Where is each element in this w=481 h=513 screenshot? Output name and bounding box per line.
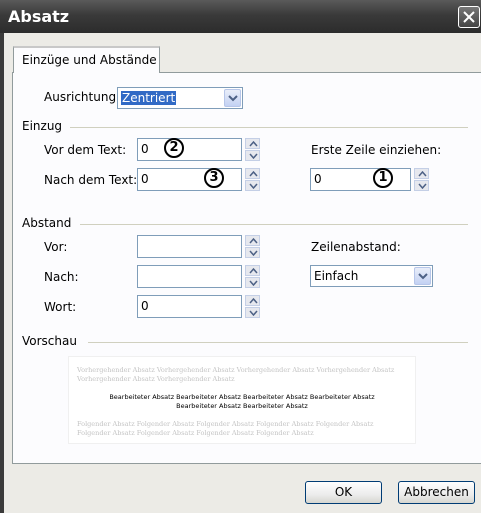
zeilenabstand-value: Einfach: [314, 269, 359, 283]
arrow-down-icon: [249, 183, 258, 189]
tab-einzuege-und-abstaende[interactable]: Einzüge und Abstände: [13, 46, 160, 73]
nach-input[interactable]: [137, 265, 242, 288]
vor-dem-text-spinner[interactable]: [245, 138, 260, 161]
erste-zeile-value: 0: [314, 172, 322, 186]
wort-label: Wort:: [44, 300, 77, 314]
chevron-down-icon: [228, 95, 238, 102]
wort-input[interactable]: 0: [137, 295, 242, 318]
preview-box: Vorhergehender Absatz Vorhergehender Abs…: [68, 356, 416, 444]
arrow-up-icon: [249, 238, 258, 244]
tab-label: Einzüge und Abstände: [22, 53, 157, 67]
close-button[interactable]: [458, 6, 480, 28]
arrow-up-icon: [249, 171, 258, 177]
alignment-value: Zentriert: [121, 91, 177, 105]
preview-preceding-line-2: Vorhergehender Absatz Vorhergehender Abs…: [77, 375, 235, 383]
erste-zeile-input[interactable]: 0: [310, 168, 411, 191]
wort-value: 0: [141, 299, 149, 313]
vorschau-group-label: Vorschau: [22, 334, 77, 348]
arrow-up-icon: [249, 268, 258, 274]
spin-up-button[interactable]: [245, 235, 260, 246]
title-bar[interactable]: Absatz: [0, 0, 481, 33]
close-icon: [463, 11, 475, 23]
arrow-up-icon: [249, 141, 258, 147]
spin-down-button[interactable]: [245, 307, 260, 318]
zeilenabstand-select[interactable]: Einfach: [310, 265, 433, 287]
spin-down-button[interactable]: [245, 150, 260, 161]
preview-main-line-1: Bearbeiteter Absatz Bearbeiteter Absatz …: [109, 393, 375, 401]
arrow-down-icon: [249, 280, 258, 286]
spin-down-button[interactable]: [245, 180, 260, 191]
nach-dem-text-value: 0: [141, 172, 149, 186]
arrow-down-icon: [418, 183, 427, 189]
callout-3: 3: [204, 168, 224, 188]
vor-input[interactable]: [137, 235, 242, 258]
spin-up-button[interactable]: [245, 138, 260, 149]
preview-following-line-1: Folgender Absatz Folgender Absatz Folgen…: [77, 420, 374, 428]
einzug-divider: [70, 127, 468, 128]
zeilenabstand-label: Zeilenabstand:: [311, 240, 401, 254]
chevron-down-icon: [418, 273, 428, 280]
nach-dem-text-spinner[interactable]: [245, 168, 260, 191]
vor-spinner[interactable]: [245, 235, 260, 258]
arrow-down-icon: [249, 153, 258, 159]
alignment-select[interactable]: Zentriert: [117, 87, 243, 109]
nach-label: Nach:: [44, 270, 79, 284]
preview-preceding-line-1: Vorhergehender Absatz Vorhergehender Abs…: [77, 366, 395, 374]
vor-dem-text-input[interactable]: 0: [137, 138, 242, 161]
spin-up-button[interactable]: [245, 295, 260, 306]
spin-up-button[interactable]: [245, 265, 260, 276]
vorschau-divider: [88, 342, 468, 343]
arrow-down-icon: [249, 250, 258, 256]
paragraph-dialog: Absatz Einzüge und Abstände Ausrichtung:…: [0, 0, 481, 513]
callout-2: 2: [164, 138, 184, 158]
zeilenabstand-dropdown-button[interactable]: [414, 267, 431, 285]
nach-dem-text-input[interactable]: 0: [137, 168, 242, 191]
spin-up-button[interactable]: [245, 168, 260, 179]
abstand-divider: [80, 224, 468, 225]
alignment-label: Ausrichtung:: [44, 90, 121, 104]
erste-zeile-label: Erste Zeile einziehen:: [311, 143, 442, 157]
ok-button[interactable]: OK: [305, 481, 382, 504]
preview-following-line-2: Folgender Absatz Folgender Absatz Folgen…: [77, 429, 314, 437]
window-left-border: [0, 33, 4, 513]
dialog-title: Absatz: [8, 7, 70, 26]
vor-dem-text-label: Vor dem Text:: [44, 143, 127, 157]
nach-dem-text-label: Nach dem Text:: [44, 173, 138, 187]
spin-down-button[interactable]: [245, 277, 260, 288]
preview-main-line-2: Bearbeiteter Absatz Bearbeiteter Absatz: [176, 402, 308, 410]
vor-label: Vor:: [44, 240, 68, 254]
spin-down-button[interactable]: [245, 247, 260, 258]
erste-zeile-spinner[interactable]: [414, 168, 429, 191]
cancel-button[interactable]: Abbrechen: [398, 481, 475, 504]
nach-spinner[interactable]: [245, 265, 260, 288]
spin-up-button[interactable]: [414, 168, 429, 179]
arrow-up-icon: [249, 298, 258, 304]
abstand-group-label: Abstand: [22, 216, 72, 230]
arrow-down-icon: [249, 310, 258, 316]
spin-down-button[interactable]: [414, 180, 429, 191]
einzug-group-label: Einzug: [22, 119, 63, 133]
vor-dem-text-value: 0: [141, 142, 149, 156]
alignment-dropdown-button[interactable]: [224, 89, 241, 107]
callout-1: 1: [373, 168, 393, 188]
wort-spinner[interactable]: [245, 295, 260, 318]
arrow-up-icon: [418, 171, 427, 177]
